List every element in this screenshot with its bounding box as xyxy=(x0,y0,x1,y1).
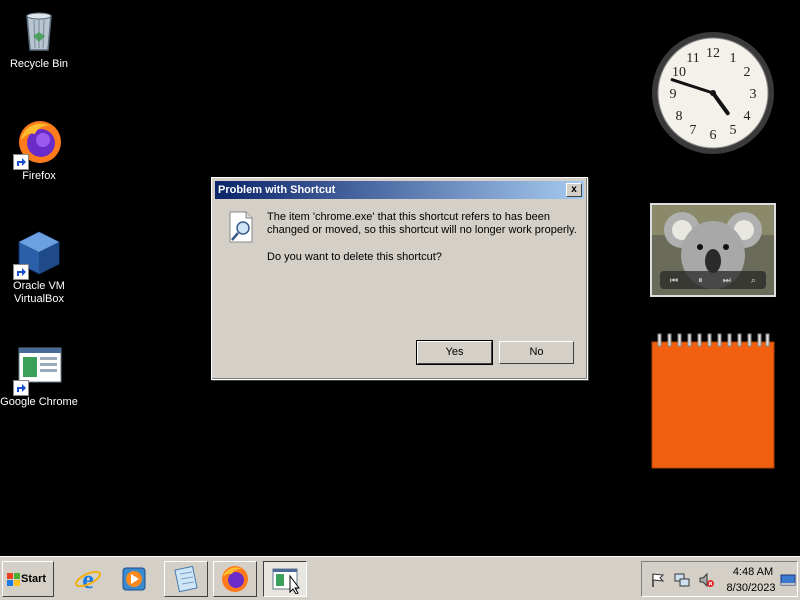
dialog-question: Do you want to delete this shortcut? xyxy=(267,251,442,263)
desktop-icon-label: Recycle Bin xyxy=(9,58,69,70)
windows-logo-icon xyxy=(7,573,20,586)
show-desktop-icon[interactable] xyxy=(780,572,796,588)
close-button[interactable]: x xyxy=(566,183,582,197)
internet-explorer-taskbar-button[interactable]: e xyxy=(66,561,110,597)
svg-text:2: 2 xyxy=(744,65,751,80)
yes-button[interactable]: Yes xyxy=(416,340,493,365)
notepad-icon xyxy=(174,565,198,593)
internet-explorer-icon: e xyxy=(75,565,101,594)
svg-text:10: 10 xyxy=(672,65,686,80)
next-icon[interactable]: ⏭ xyxy=(723,275,731,286)
svg-text:11: 11 xyxy=(686,51,699,66)
dialog-title: Problem with Shortcut xyxy=(218,184,336,196)
shortcut-arrow-icon xyxy=(13,264,29,280)
media-player-icon xyxy=(122,567,146,591)
system-tray: 4:48 AM 8/30/2023 xyxy=(641,561,798,597)
dialog-titlebar[interactable]: Problem with Shortcut x xyxy=(215,181,584,199)
slideshow-controls: ⏮ ⏸ ⏭ ⌕ xyxy=(660,271,766,289)
taskbar: Start e 4:48 AM 8/30/2023 xyxy=(0,556,800,600)
tray-date[interactable]: 8/30/2023 xyxy=(722,582,780,594)
volume-muted-icon[interactable] xyxy=(698,572,714,588)
start-label: Start xyxy=(21,573,47,585)
chrome-broken-icon xyxy=(272,568,300,594)
network-icon[interactable] xyxy=(674,572,690,588)
chrome-broken-icon xyxy=(13,344,63,396)
firefox-icon xyxy=(13,118,63,170)
notepad-taskbar-button[interactable] xyxy=(164,561,208,597)
google-chrome-desktop-icon[interactable]: Google Chrome xyxy=(0,344,78,409)
desktop-icon-label: Oracle VM VirtualBox xyxy=(13,280,65,305)
recycle-bin-desktop-icon[interactable]: Recycle Bin xyxy=(0,6,78,71)
firefox-taskbar-button[interactable] xyxy=(213,561,257,597)
chrome-taskbar-button[interactable] xyxy=(263,561,307,597)
svg-text:12: 12 xyxy=(706,46,720,61)
search-document-icon xyxy=(226,210,258,244)
svg-text:5: 5 xyxy=(730,123,737,138)
svg-text:7: 7 xyxy=(690,123,697,138)
slideshow-gadget[interactable]: ⏮ ⏸ ⏭ ⌕ xyxy=(650,203,776,297)
start-button[interactable]: Start xyxy=(2,561,54,597)
media-player-taskbar-button[interactable] xyxy=(112,561,156,597)
svg-text:9: 9 xyxy=(670,87,677,102)
notes-gadget[interactable] xyxy=(650,332,776,470)
svg-text:3: 3 xyxy=(750,87,757,102)
virtualbox-icon xyxy=(13,228,63,280)
pause-icon[interactable]: ⏸ xyxy=(698,275,703,286)
view-icon[interactable]: ⌕ xyxy=(751,275,756,286)
virtualbox-desktop-icon[interactable]: Oracle VM VirtualBox xyxy=(0,228,78,306)
recycle-bin-icon xyxy=(15,6,63,54)
svg-text:6: 6 xyxy=(710,128,717,143)
dialog-message: The item 'chrome.exe' that this shortcut… xyxy=(267,211,577,236)
shortcut-arrow-icon xyxy=(13,154,29,170)
svg-text:e: e xyxy=(82,565,94,594)
svg-text:8: 8 xyxy=(676,109,683,124)
previous-icon[interactable]: ⏮ xyxy=(670,275,678,286)
action-center-flag-icon[interactable] xyxy=(650,572,666,588)
desktop: Recycle Bin Firefox Oracle VM VirtualBox… xyxy=(0,0,800,556)
desktop-icon-label: Firefox xyxy=(22,170,56,182)
desktop-icon-label: Google Chrome xyxy=(0,396,78,408)
firefox-icon xyxy=(222,566,248,592)
svg-text:1: 1 xyxy=(730,51,737,66)
svg-text:4: 4 xyxy=(744,109,751,124)
problem-with-shortcut-dialog: Problem with Shortcut x The item 'chrome… xyxy=(211,177,588,380)
firefox-desktop-icon[interactable]: Firefox xyxy=(0,118,78,183)
clock-gadget[interactable]: 12 1 2 345 678 9 10 11 xyxy=(650,30,776,156)
shortcut-arrow-icon xyxy=(13,380,29,396)
no-button[interactable]: No xyxy=(499,341,574,364)
tray-time[interactable]: 4:48 AM xyxy=(728,566,778,578)
